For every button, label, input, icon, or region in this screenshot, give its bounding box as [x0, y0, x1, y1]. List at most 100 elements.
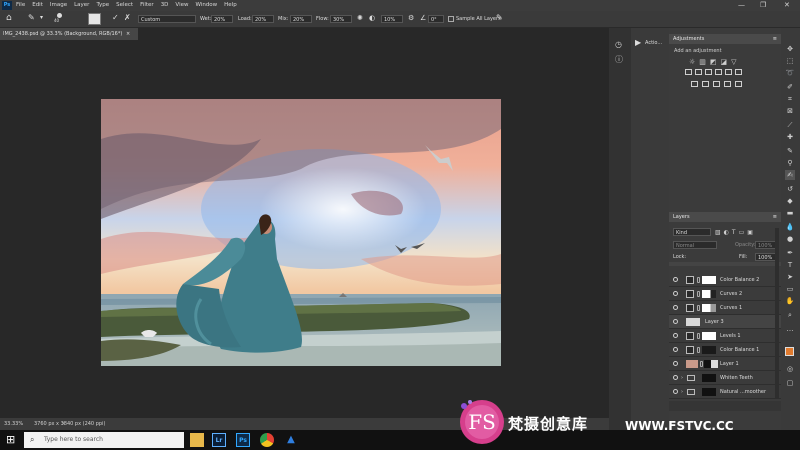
selective-color-icon[interactable] [735, 81, 742, 87]
dodge-tool-icon[interactable]: ● [785, 234, 795, 244]
play-icon[interactable]: ▶ [635, 38, 641, 47]
menu-image[interactable]: Image [50, 0, 67, 11]
panel-menu-icon[interactable]: ≡ [773, 34, 777, 44]
channel-mixer-icon[interactable] [725, 69, 732, 75]
visibility-eye-icon[interactable] [673, 347, 678, 352]
layer-row-partial[interactable] [669, 262, 781, 266]
mix-field[interactable]: 20% [290, 15, 312, 23]
menu-edit[interactable]: Edit [32, 0, 43, 11]
vibrance-icon[interactable]: ▽ [731, 58, 736, 66]
lightroom-taskbar-icon[interactable]: Lr [212, 433, 226, 447]
mask-thumbnail[interactable] [702, 290, 716, 298]
foreground-color-swatch[interactable] [785, 347, 794, 356]
history-brush-tool-icon[interactable]: ↺ [785, 184, 795, 194]
file-explorer-icon[interactable] [190, 433, 204, 447]
smoothing-icon[interactable]: ◐ [369, 14, 375, 22]
black-white-icon[interactable] [705, 69, 712, 75]
current-brush-load-swatch[interactable] [88, 13, 101, 25]
opacity-field[interactable]: 100% [755, 241, 777, 249]
mixer-brush-icon[interactable]: ✎ [28, 13, 35, 22]
quick-mask-icon[interactable]: ◎ [785, 364, 795, 374]
hue-saturation-icon[interactable] [685, 69, 692, 75]
visibility-eye-icon[interactable] [673, 361, 678, 366]
hand-tool-icon[interactable]: ✋ [785, 296, 795, 306]
blur-tool-icon[interactable]: 💧 [785, 222, 795, 232]
menu-filter[interactable]: Filter [140, 0, 154, 11]
eyedropper-tool-icon[interactable]: ⟋ [785, 120, 795, 130]
type-tool-icon[interactable]: T [785, 260, 795, 270]
photo-filter-icon[interactable] [715, 69, 722, 75]
visibility-eye-icon[interactable] [673, 319, 678, 324]
pressure-icon[interactable]: ✎ [496, 13, 503, 22]
eraser-tool-icon[interactable]: ◆ [785, 196, 795, 206]
angle-field[interactable]: 0° [428, 15, 444, 23]
shape-filter-icon[interactable]: ▭ [739, 229, 745, 236]
layer-row[interactable]: Levels 1 [669, 329, 781, 343]
status-menu-icon[interactable]: › [62, 418, 64, 430]
zoom-level[interactable]: 33.33% [4, 418, 23, 430]
color-lookup-icon[interactable] [735, 69, 742, 75]
adjustment-filter-icon[interactable]: ◐ [724, 229, 729, 236]
expand-arrow-icon[interactable]: › [681, 389, 683, 395]
visibility-eye-icon[interactable] [673, 375, 678, 380]
layer-row[interactable]: Layer 3 [669, 315, 781, 329]
layer-name[interactable]: Levels 1 [720, 329, 741, 343]
layer-row[interactable]: Color Balance 2 [669, 273, 781, 287]
flow-field[interactable]: 30% [330, 15, 352, 23]
clean-brush-icon[interactable]: ✗ [124, 13, 131, 22]
layer-row[interactable]: Curves 2 [669, 287, 781, 301]
brush-preset-picker[interactable]: 40 [54, 13, 64, 23]
pixel-filter-icon[interactable]: ▧ [715, 229, 721, 236]
photoshop-taskbar-icon[interactable]: Ps [236, 433, 250, 447]
menu-layer[interactable]: Layer [74, 0, 89, 11]
restore-button[interactable]: ❐ [760, 0, 766, 11]
move-tool-icon[interactable]: ✥ [785, 44, 795, 54]
visibility-eye-icon[interactable] [673, 333, 678, 338]
crop-tool-icon[interactable]: ⌗ [785, 94, 795, 104]
layer-name[interactable]: Natural ...moother [720, 385, 766, 399]
layers-tab[interactable]: Layers ≡ [669, 212, 781, 222]
shape-tool-icon[interactable]: ▭ [785, 284, 795, 294]
layer-name[interactable]: Layer 1 [720, 357, 739, 371]
wet-field[interactable]: 20% [211, 15, 233, 23]
frame-tool-icon[interactable]: ⊠ [785, 106, 795, 116]
load-brush-icon[interactable]: ✓ [112, 13, 119, 22]
adjustments-tab[interactable]: Adjustments ≡ [669, 34, 781, 44]
layer-row[interactable]: Curves 1 [669, 301, 781, 315]
blend-mode-dropdown[interactable]: Normal [673, 241, 717, 249]
chrome-taskbar-icon[interactable] [260, 433, 274, 447]
menu-select[interactable]: Select [116, 0, 133, 11]
marquee-tool-icon[interactable]: ⬚ [785, 56, 795, 66]
menu-view[interactable]: View [175, 0, 188, 11]
gradient-tool-icon[interactable]: ▬ [785, 208, 795, 218]
smoothing-field[interactable]: 10% [381, 15, 403, 23]
app-taskbar-icon[interactable]: ▲ [284, 433, 298, 447]
close-window-button[interactable]: ✕ [784, 0, 790, 11]
more-tools-icon[interactable]: … [785, 324, 795, 334]
invert-icon[interactable] [691, 81, 698, 87]
gear-icon[interactable]: ⚙ [408, 14, 414, 22]
mask-thumbnail[interactable] [702, 304, 716, 312]
path-select-tool-icon[interactable]: ➤ [785, 272, 795, 282]
chevron-down-icon[interactable]: ▾ [40, 14, 43, 21]
expand-arrow-icon[interactable]: › [681, 375, 683, 381]
canvas-image[interactable] [101, 99, 501, 366]
layer-name[interactable]: Curves 2 [720, 287, 742, 301]
sample-all-layers-checkbox[interactable] [448, 16, 454, 22]
menu-type[interactable]: Type [96, 0, 109, 11]
layer-name[interactable]: Color Balance 2 [720, 273, 759, 287]
zoom-tool-icon[interactable]: ⌕ [785, 310, 795, 320]
layers-scrollbar[interactable] [775, 228, 779, 398]
posterize-icon[interactable] [702, 81, 709, 87]
mask-thumbnail[interactable] [702, 276, 716, 284]
smart-filter-icon[interactable]: ▣ [747, 229, 753, 236]
curves-icon[interactable]: ◩ [710, 58, 717, 66]
layers-menu-icon[interactable]: ≡ [773, 212, 777, 222]
screen-mode-icon[interactable]: ▢ [785, 378, 795, 388]
layer-name[interactable]: Curves 1 [720, 301, 742, 315]
menu-file[interactable]: File [16, 0, 25, 11]
menu-window[interactable]: Window [195, 0, 217, 11]
fill-field[interactable]: 100% [755, 253, 777, 261]
document-tab[interactable]: IMG_2438.psd @ 33.3% (Background, RGB/16… [0, 28, 138, 40]
type-filter-icon[interactable]: T [732, 229, 736, 236]
